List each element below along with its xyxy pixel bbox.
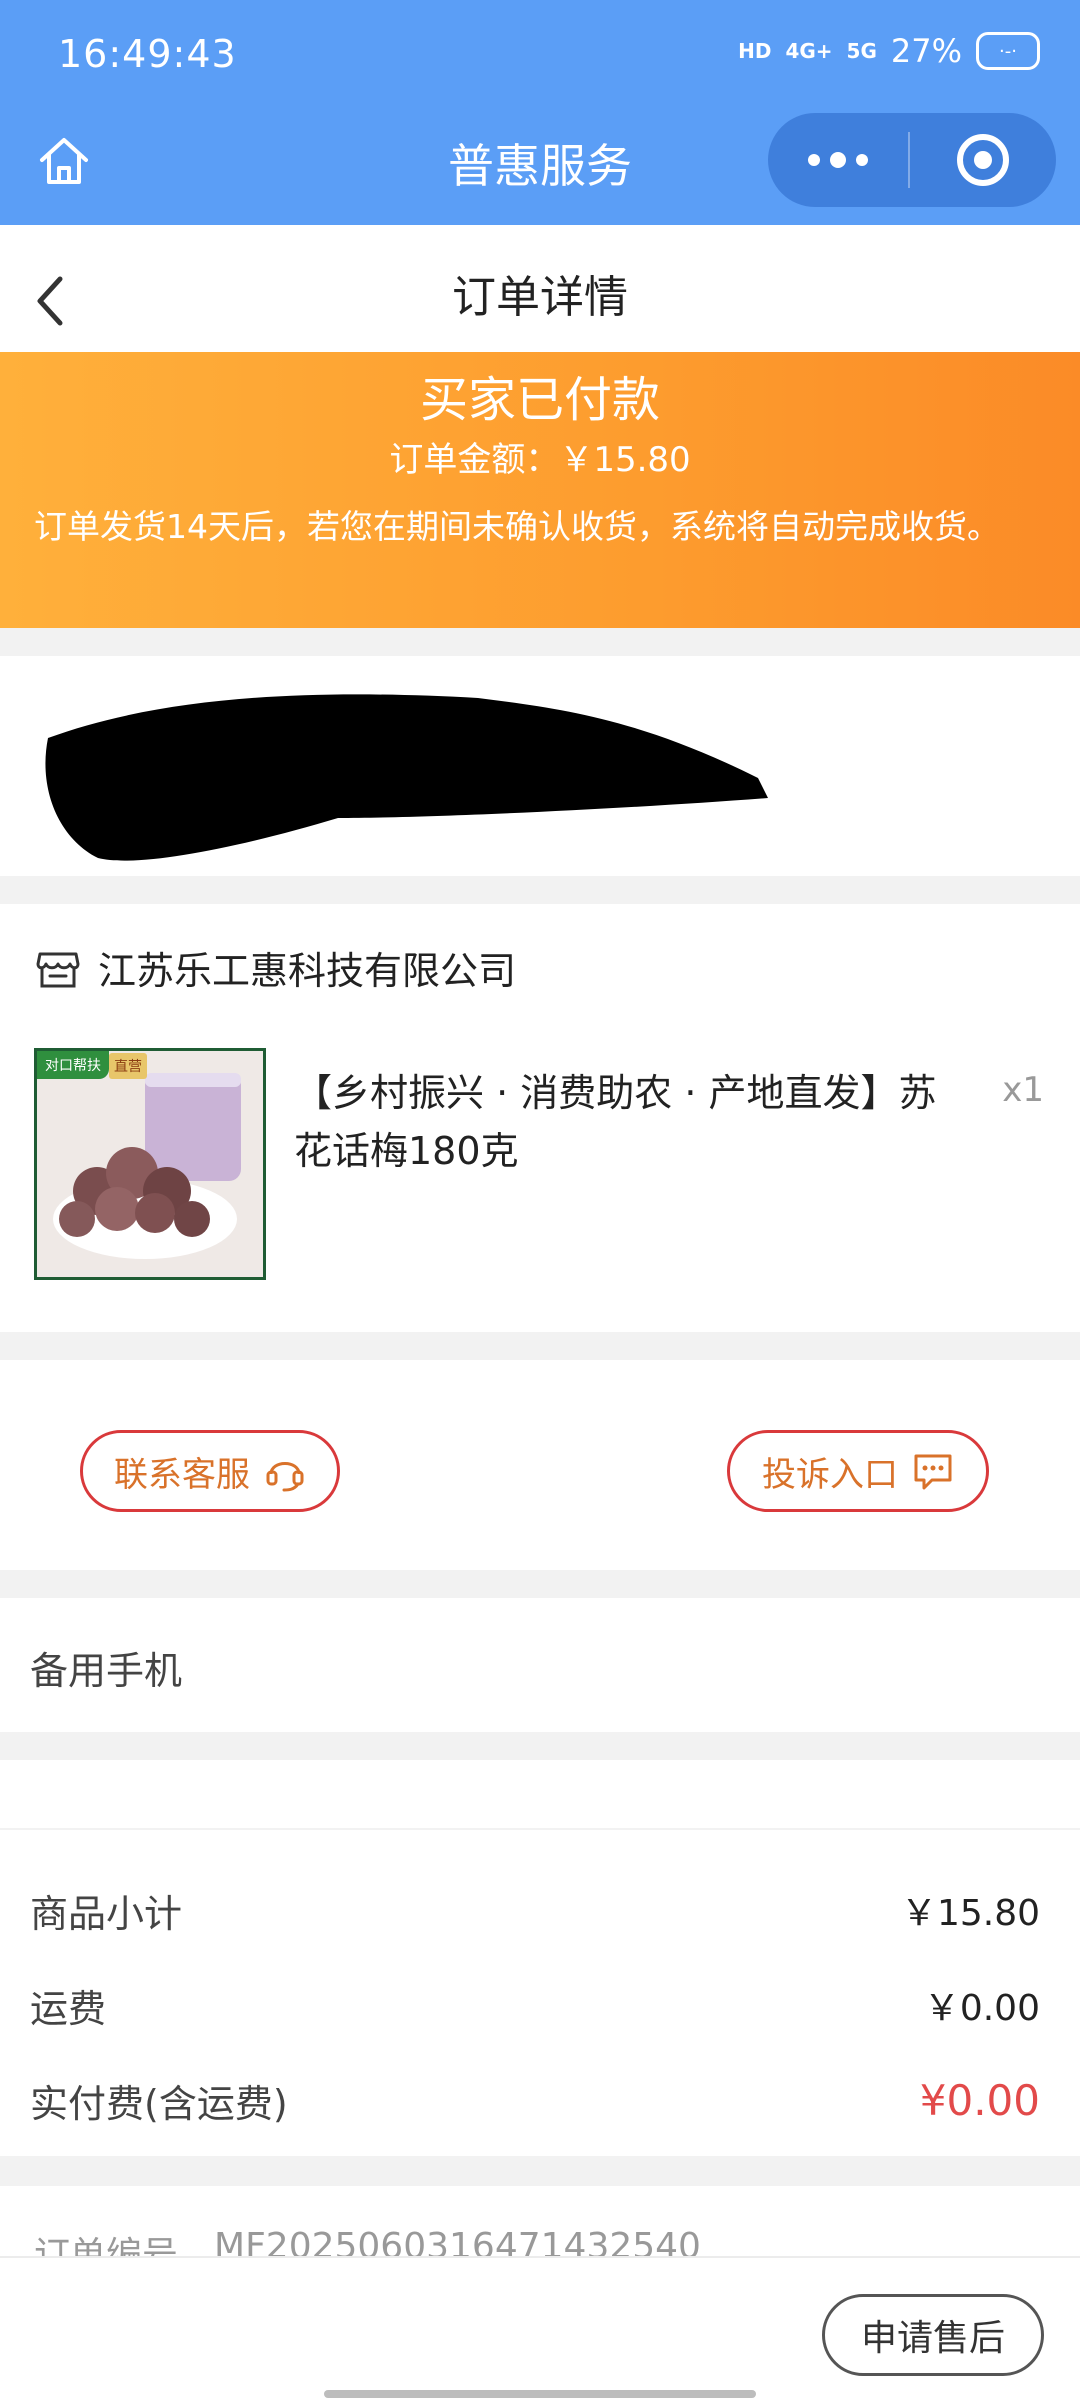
store-icon — [36, 952, 80, 987]
contact-service-label: 联系客服 — [114, 1454, 250, 1495]
subtotal-label: 商品小计 — [30, 1891, 183, 1936]
status-bar: 16:49:43 HD 4G+ 5G 27% ·-· — [0, 0, 1080, 110]
backup-phone-row[interactable]: 备用手机 — [0, 1598, 1080, 1732]
signal-5g-indicator: 5G — [846, 39, 877, 63]
message-icon — [914, 1454, 952, 1490]
order-number-label: 订单编号 — [34, 2235, 179, 2256]
order-amount-label: 订单金额： — [389, 440, 560, 480]
product-image[interactable]: 对口帮扶 直营 — [34, 1048, 266, 1280]
order-number: 订单编号 MF2025060316471432540 — [34, 2226, 701, 2256]
subtotal-value: ￥15.80 — [900, 1893, 1040, 1934]
home-indicator[interactable] — [324, 2390, 756, 2398]
bottom-action-bar: 申请售后 — [0, 2256, 1080, 2400]
status-indicators: HD 4G+ 5G 27% ·-· — [738, 32, 1040, 70]
signal-4g-indicator: 4G+ — [785, 39, 833, 63]
product-quantity: x1 — [1002, 1070, 1044, 1110]
complaint-label: 投诉入口 — [762, 1454, 898, 1495]
capsule-menu — [768, 113, 1056, 207]
order-number-row: 订单编号 MF2025060316471432540 — [0, 2186, 1080, 2256]
address-card[interactable] — [0, 656, 1080, 876]
more-dots-icon[interactable] — [768, 113, 908, 207]
blank-row — [0, 1760, 1080, 1828]
paid-row: 实付费(含运费) ¥0.00 — [30, 2070, 1040, 2130]
order-status-text: 买家已付款 — [419, 372, 660, 428]
close-miniprogram-button[interactable] — [910, 113, 1056, 207]
auto-complete-notice: 订单发货14天后，若您在期间未确认收货，系统将自动完成收货。 — [34, 507, 1000, 546]
page-title: 订单详情 — [452, 272, 628, 323]
product-name[interactable]: 【乡村振兴 · 消费助农 · 产地直发】苏花话梅180克 — [294, 1064, 974, 1180]
poverty-aid-tag: 对口帮扶 — [37, 1051, 109, 1079]
battery-percent: 27% — [890, 32, 962, 70]
order-amount: 订单金额：￥15.80 — [0, 432, 1080, 481]
order-amount-value: ￥15.80 — [559, 440, 691, 480]
product-photo — [37, 1051, 263, 1277]
subtotal-row: 商品小计 ￥15.80 — [30, 1880, 1040, 1940]
paid-value: ¥0.00 — [919, 2075, 1040, 2125]
order-number-value: MF2025060316471432540 — [214, 2226, 701, 2256]
product-card: 江苏乐工惠科技有限公司 对口帮扶 直营 【乡村振兴 · 消费助农 · 产地直发】… — [0, 904, 1080, 1332]
contact-service-button[interactable]: 联系客服 — [80, 1430, 340, 1512]
hd-indicator: HD — [738, 39, 772, 63]
target-icon — [957, 134, 1009, 186]
paid-label: 实付费(含运费) — [30, 2081, 288, 2126]
direct-sale-tag: 直营 — [109, 1053, 147, 1079]
backup-phone-label: 备用手机 — [30, 1649, 183, 1693]
order-status-banner: 买家已付款 订单金额：￥15.80 订单发货14天后，若您在期间未确认收货，系统… — [0, 352, 1080, 628]
page-header: 订单详情 — [0, 225, 1080, 352]
miniprogram-nav-bar: 普惠服务 — [0, 110, 1080, 225]
shipping-row: 运费 ￥0.00 — [30, 1975, 1040, 2035]
after-sale-button[interactable]: 申请售后 — [822, 2294, 1044, 2376]
shipping-value: ￥0.00 — [923, 1988, 1040, 2029]
complaint-button[interactable]: 投诉入口 — [727, 1430, 989, 1512]
shop-name: 江苏乐工惠科技有限公司 — [98, 949, 517, 993]
redaction-scribble — [45, 694, 768, 861]
headset-icon — [266, 1462, 304, 1492]
shop-row[interactable]: 江苏乐工惠科技有限公司 — [34, 940, 516, 995]
shipping-label: 运费 — [30, 1986, 107, 2031]
price-summary: 商品小计 ￥15.80 运费 ￥0.00 实付费(含运费) ¥0.00 — [0, 1830, 1080, 2156]
status-time: 16:49:43 — [58, 32, 237, 76]
actions-card: 联系客服 投诉入口 — [0, 1360, 1080, 1570]
battery-icon: ·-· — [976, 32, 1040, 70]
